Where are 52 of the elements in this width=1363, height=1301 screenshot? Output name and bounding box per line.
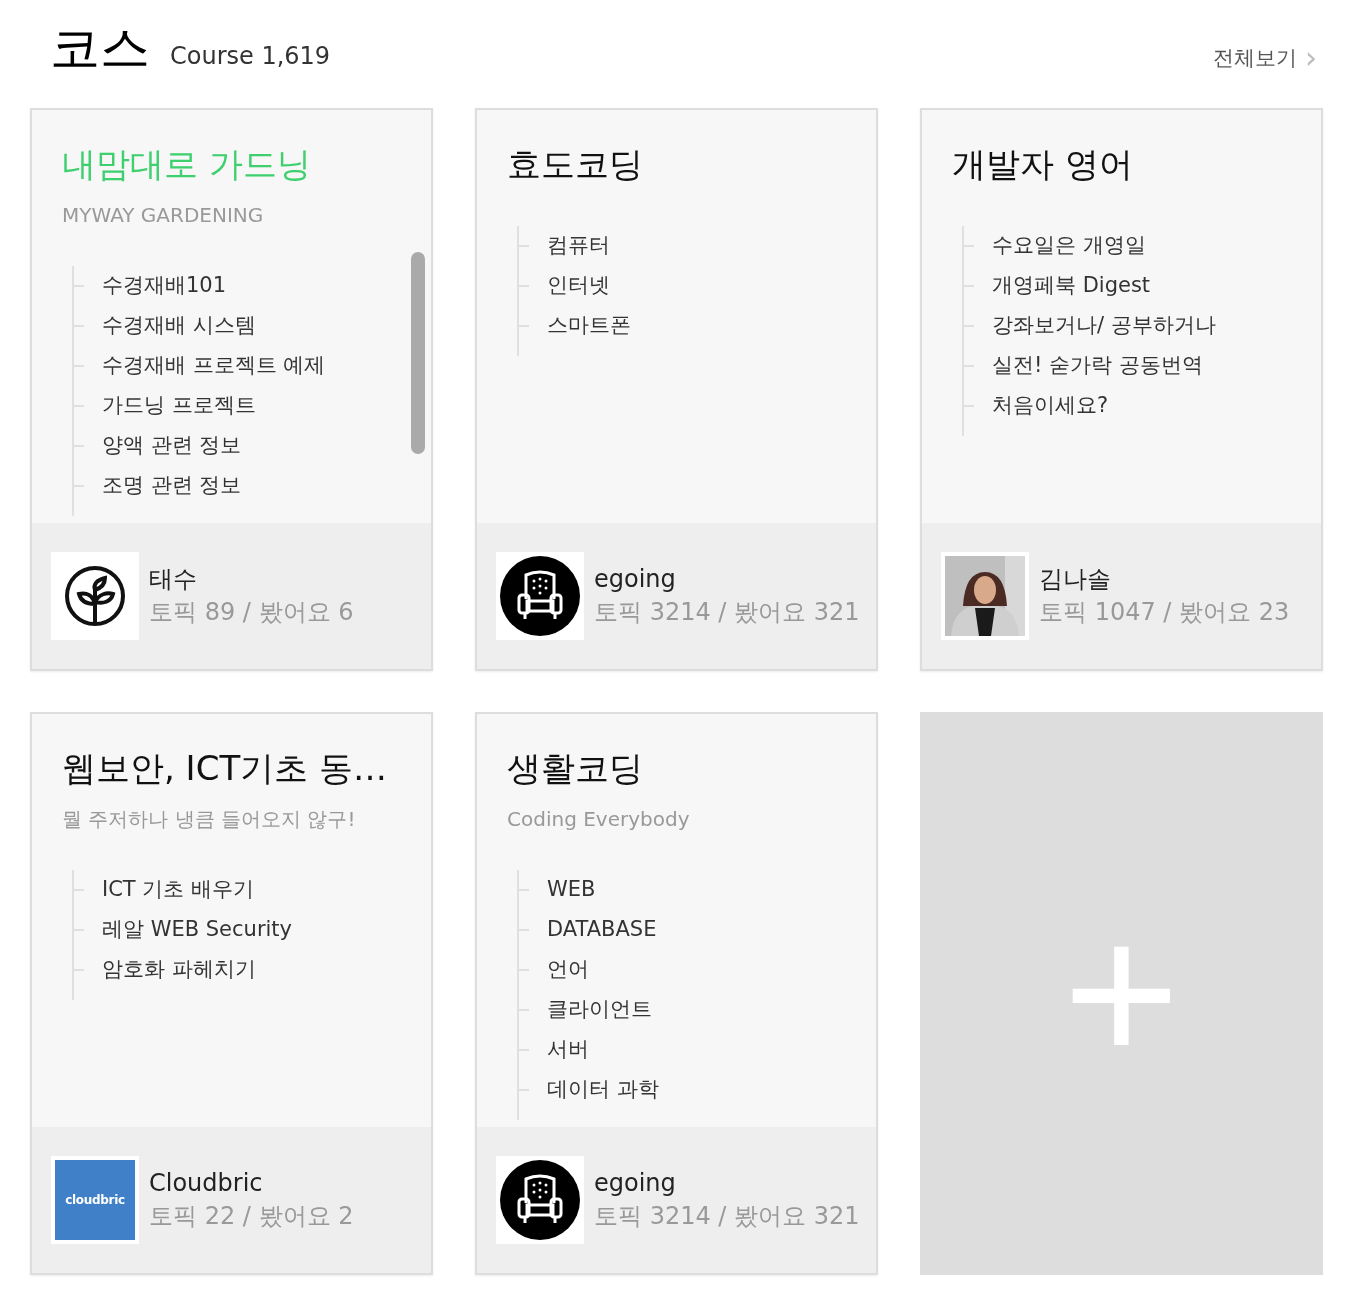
course-card[interactable]: 효도코딩 컴퓨터 인터넷 스마트폰 egoing 토픽 3214 / 봤어요 321 bbox=[475, 108, 878, 671]
topic-link[interactable]: 레알 WEB Security bbox=[102, 914, 293, 946]
course-card[interactable]: 웹보안, ICT기초 동… 뭘 주저하나 냉큼 들어오지 않구! ICT 기초 배우기 레알 WEB Security 암호화 파헤치기 cloudbric Cloudbric 토픽 22 / 봤어요 2 bbox=[30, 712, 433, 1275]
topic-link[interactable]: 서버 bbox=[547, 1034, 589, 1066]
topic-link[interactable]: 가드닝 프로젝트 bbox=[102, 390, 256, 422]
author-stats: 토픽 3214 / 봤어요 321 bbox=[594, 597, 860, 628]
topic-link[interactable]: 양액 관련 정보 bbox=[102, 430, 242, 462]
author-name[interactable]: egoing bbox=[594, 563, 860, 595]
author-stats: 토픽 3214 / 봤어요 321 bbox=[594, 1201, 860, 1232]
topic-link[interactable]: 수경재배 프로젝트 예제 bbox=[102, 350, 326, 382]
course-title[interactable]: 효도코딩 bbox=[507, 142, 846, 186]
author-name[interactable]: Cloudbric bbox=[149, 1167, 354, 1199]
author-stats: 토픽 22 / 봤어요 2 bbox=[149, 1201, 354, 1232]
course-title[interactable]: 개발자 영어 bbox=[952, 142, 1291, 186]
plant-icon bbox=[63, 564, 127, 628]
topic-link[interactable]: 언어 bbox=[547, 954, 589, 986]
topic-link[interactable]: WEB bbox=[547, 874, 596, 906]
author-stats: 토픽 1047 / 봤어요 23 bbox=[1039, 597, 1290, 628]
course-subtitle: Coding Everybody bbox=[507, 806, 691, 833]
view-all-link[interactable]: 전체보기 › bbox=[1213, 42, 1317, 76]
course-card[interactable]: 내맘대로 가드닝 MYWAY GARDENING 수경재배101 수경재배 시스템 수경재배 프로젝트 예제 가드닝 프로젝트 양액 관련 정보 조명 관련 정보 태수 토픽 89 / 봤어요 6 bbox=[30, 108, 433, 671]
plus-icon: + bbox=[1063, 933, 1180, 1054]
topic-link[interactable]: 수경재배 시스템 bbox=[102, 310, 256, 342]
logo: cloudbric bbox=[55, 1160, 135, 1240]
topic-link[interactable]: 스마트폰 bbox=[547, 310, 631, 342]
topic-link[interactable]: 클라이언트 bbox=[547, 994, 652, 1026]
course-title[interactable]: 웹보안, ICT기초 동… bbox=[62, 746, 401, 790]
topic-link[interactable]: 수경재배101 bbox=[102, 270, 227, 302]
topic-link[interactable]: 조명 관련 정보 bbox=[102, 470, 242, 502]
course-subtitle: 뭘 주저하나 냉큼 들어오지 않구! bbox=[62, 806, 357, 833]
author-name[interactable]: 김나솔 bbox=[1039, 563, 1290, 595]
topic-link[interactable]: ICT 기초 배우기 bbox=[102, 874, 255, 906]
topic-link[interactable]: 개영페북 Digest bbox=[992, 270, 1151, 302]
course-subtitle: MYWAY GARDENING bbox=[62, 202, 265, 229]
topic-link[interactable]: 인터넷 bbox=[547, 270, 610, 302]
topic-link[interactable]: 데이터 과학 bbox=[547, 1074, 659, 1106]
author-name[interactable]: 태수 bbox=[149, 563, 354, 595]
topic-link[interactable]: 실전! 숟가락 공동번역 bbox=[992, 350, 1203, 382]
scrollbar-thumb[interactable] bbox=[411, 252, 425, 454]
page-title: 코스 bbox=[50, 20, 150, 76]
topic-link[interactable]: DATABASE bbox=[547, 914, 657, 946]
topic-link[interactable]: 컴퓨터 bbox=[547, 230, 610, 262]
author-stats: 토픽 89 / 봤어요 6 bbox=[149, 597, 354, 628]
course-count: Course 1,619 bbox=[170, 41, 331, 72]
topic-link[interactable]: 처음이세요? bbox=[992, 390, 1109, 422]
author-name[interactable]: egoing bbox=[594, 1167, 860, 1199]
topic-link[interactable]: 강좌보거나/ 공부하거나 bbox=[992, 310, 1216, 342]
course-title[interactable]: 생활코딩 bbox=[507, 746, 846, 790]
course-card[interactable]: 개발자 영어 수요일은 개영일 개영페북 Digest 강좌보거나/ 공부하거나 실전! 숟가락 공동번역 처음이세요? 김나솔 토픽 1047 / 봤어요 23 bbox=[920, 108, 1323, 671]
course-card[interactable]: 생활코딩 Coding Everybody WEB DATABASE 언어 클라이언트 서버 데이터 과학 egoing 토픽 3214 / 봤어요 321 bbox=[475, 712, 878, 1275]
topic-link[interactable]: 수요일은 개영일 bbox=[992, 230, 1146, 262]
topic-link[interactable]: 암호화 파헤치기 bbox=[102, 954, 256, 986]
